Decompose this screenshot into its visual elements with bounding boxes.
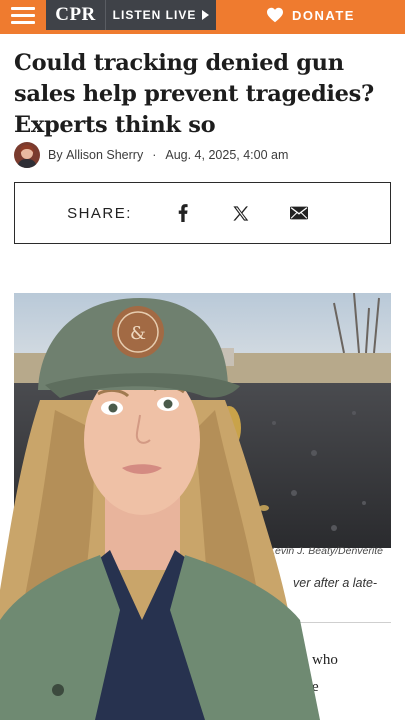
menu-line [11, 20, 35, 24]
listen-live-button[interactable]: LISTEN LIVE [106, 0, 216, 30]
facebook-icon[interactable] [174, 204, 192, 222]
author-link[interactable]: Allison Sherry [66, 148, 143, 162]
donate-label: DONATE [292, 7, 355, 23]
share-label: SHARE: [67, 204, 132, 222]
top-nav: CPR LISTEN LIVE DONATE [0, 0, 405, 30]
author-avatar [14, 142, 40, 168]
listen-live-label: LISTEN LIVE [112, 8, 197, 22]
header-accent-rule [0, 30, 405, 34]
hamburger-menu-button[interactable] [0, 0, 46, 30]
publish-date: Aug. 4, 2025, 4:00 am [165, 148, 289, 162]
share-bar: SHARE: [14, 182, 391, 244]
byline: By Allison Sherry · Aug. 4, 2025, 4:00 a… [14, 142, 288, 168]
byline-separator: · [152, 148, 157, 162]
presenter-video-overlay: & [0, 290, 345, 720]
menu-line [11, 13, 35, 17]
svg-text:&: & [130, 323, 146, 344]
menu-line [11, 6, 35, 10]
email-icon[interactable] [289, 204, 308, 222]
heart-icon [267, 7, 284, 23]
play-icon [202, 10, 210, 20]
article-headline: Could tracking denied gun sales help pre… [14, 50, 374, 138]
cpr-logo[interactable]: CPR [46, 0, 106, 30]
donate-button[interactable]: DONATE [216, 0, 405, 30]
x-icon[interactable] [232, 204, 250, 222]
byline-prefix: By [48, 148, 63, 162]
